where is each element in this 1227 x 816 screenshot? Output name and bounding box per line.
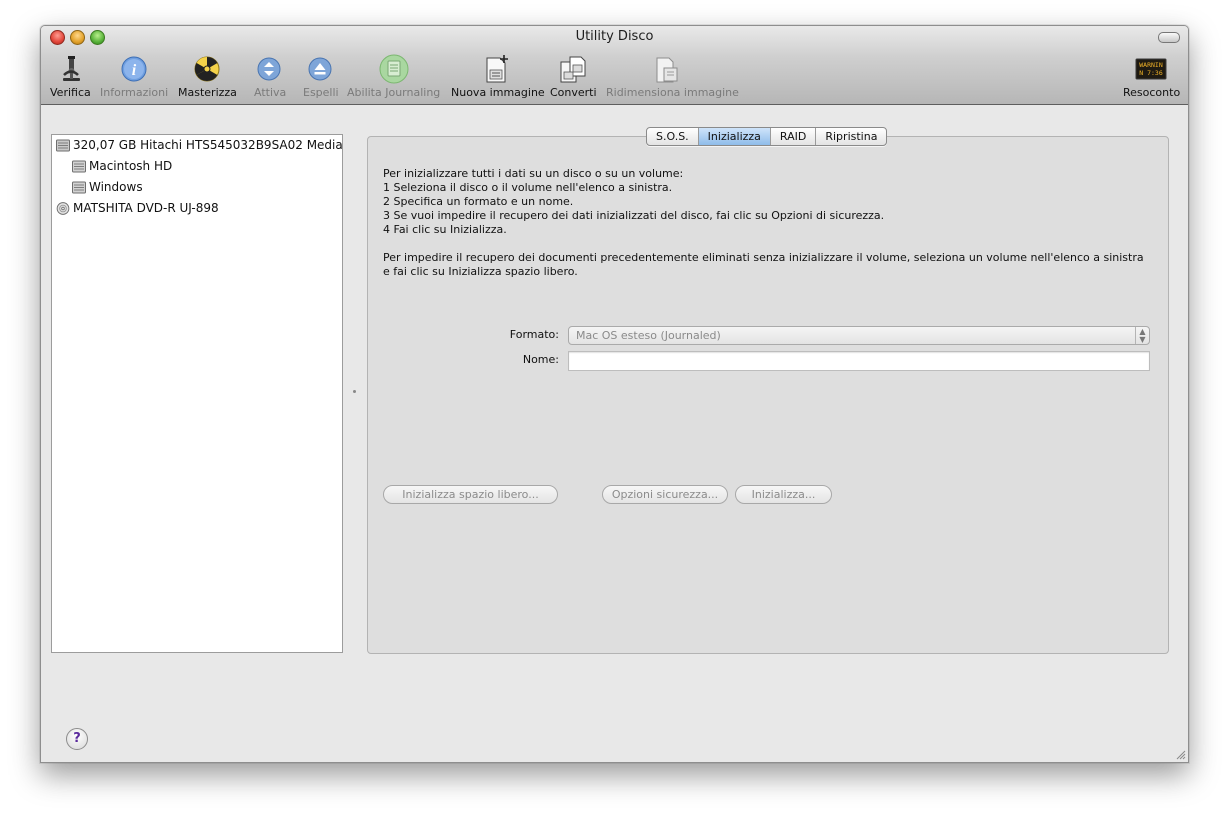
disk-list-item-label: Windows bbox=[89, 180, 143, 194]
format-popup[interactable]: Mac OS esteso (Journaled) ▲ ▼ bbox=[568, 326, 1150, 345]
toolbar-mount-label: Attiva bbox=[254, 86, 287, 99]
instruction-line: 2 Specifica un formato e un nome. bbox=[383, 195, 574, 208]
toolbar-toggle-button[interactable] bbox=[1158, 32, 1180, 43]
log-icon: WARNIN N 7:36 bbox=[1135, 58, 1167, 80]
svg-text:i: i bbox=[132, 62, 137, 79]
instruction-line: 4 Fai clic su Inizializza. bbox=[383, 223, 507, 236]
hard-disk-icon bbox=[56, 139, 70, 152]
disk-list[interactable]: 320,07 GB Hitachi HTS545032B9SA02 Media … bbox=[51, 134, 343, 653]
tab-bar: S.O.S. Inizializza RAID Ripristina bbox=[646, 127, 888, 146]
split-view-handle[interactable] bbox=[353, 390, 356, 393]
new-image-icon bbox=[486, 55, 508, 83]
tab-first-aid[interactable]: S.O.S. bbox=[647, 128, 699, 145]
eject-icon bbox=[308, 57, 332, 81]
toolbar-resize-image-label: Ridimensiona immagine bbox=[606, 86, 739, 99]
format-label: Formato: bbox=[509, 328, 559, 341]
help-button[interactable]: ? bbox=[66, 728, 88, 750]
tab-restore[interactable]: Ripristina bbox=[816, 128, 886, 145]
disk-list-item-label: Macintosh HD bbox=[89, 159, 173, 173]
popup-arrows-icon: ▲ ▼ bbox=[1135, 327, 1149, 344]
toolbar-info-label: Informazioni bbox=[100, 86, 169, 99]
disk-utility-window: Utility Disco Verifica i Informazioni Ma… bbox=[40, 25, 1189, 763]
resize-grip-icon[interactable] bbox=[1176, 750, 1186, 760]
volume-icon bbox=[72, 160, 86, 173]
toolbar-new-image-label: Nuova immagine bbox=[451, 86, 545, 99]
convert-icon bbox=[560, 56, 586, 83]
journaling-icon bbox=[379, 54, 409, 84]
toolbar-journaling-label: Abilita Journaling bbox=[347, 86, 441, 99]
instruction-line: 1 Seleziona il disco o il volume nell'el… bbox=[383, 181, 673, 194]
format-value: Mac OS esteso (Journaled) bbox=[576, 329, 721, 342]
mount-icon bbox=[257, 57, 281, 81]
name-label: Nome: bbox=[522, 353, 559, 366]
erase-free-space-note: Per impedire il recupero dei documenti p… bbox=[383, 251, 1144, 278]
toolbar-verify-label: Verifica bbox=[50, 86, 91, 99]
instruction-line: Per inizializzare tutti i dati su un dis… bbox=[383, 167, 684, 180]
toolbar-log-label: Resoconto bbox=[1123, 86, 1181, 99]
optical-drive-icon bbox=[56, 202, 70, 215]
name-field[interactable] bbox=[568, 351, 1150, 371]
microscope-icon bbox=[63, 56, 80, 81]
resize-image-icon bbox=[656, 57, 678, 83]
instruction-line: 3 Se vuoi impedire il recupero dei dati … bbox=[383, 209, 885, 222]
tab-raid[interactable]: RAID bbox=[771, 128, 817, 145]
security-options-button[interactable]: Opzioni sicurezza... bbox=[602, 485, 728, 504]
titlebar-toolbar: Utility Disco Verifica i Informazioni Ma… bbox=[41, 26, 1188, 105]
disk-list-item-label: MATSHITA DVD-R UJ-898 bbox=[73, 201, 219, 215]
erase-free-space-button[interactable]: Inizializza spazio libero... bbox=[383, 485, 558, 504]
erase-button[interactable]: Inizializza... bbox=[735, 485, 832, 504]
svg-text:WARNIN: WARNIN bbox=[1139, 61, 1163, 69]
disk-list-item-label: 320,07 GB Hitachi HTS545032B9SA02 Media bbox=[73, 138, 343, 152]
svg-text:N 7:36: N 7:36 bbox=[1139, 69, 1163, 77]
toolbar-convert-label: Converti bbox=[550, 86, 597, 99]
toolbar-burn-label: Masterizza bbox=[178, 86, 237, 99]
info-icon: i bbox=[121, 56, 147, 82]
window-title: Utility Disco bbox=[575, 29, 654, 44]
volume-icon bbox=[72, 181, 86, 194]
toolbar-eject-label: Espelli bbox=[303, 86, 339, 99]
tab-erase[interactable]: Inizializza bbox=[698, 128, 771, 145]
burn-icon bbox=[194, 56, 220, 82]
